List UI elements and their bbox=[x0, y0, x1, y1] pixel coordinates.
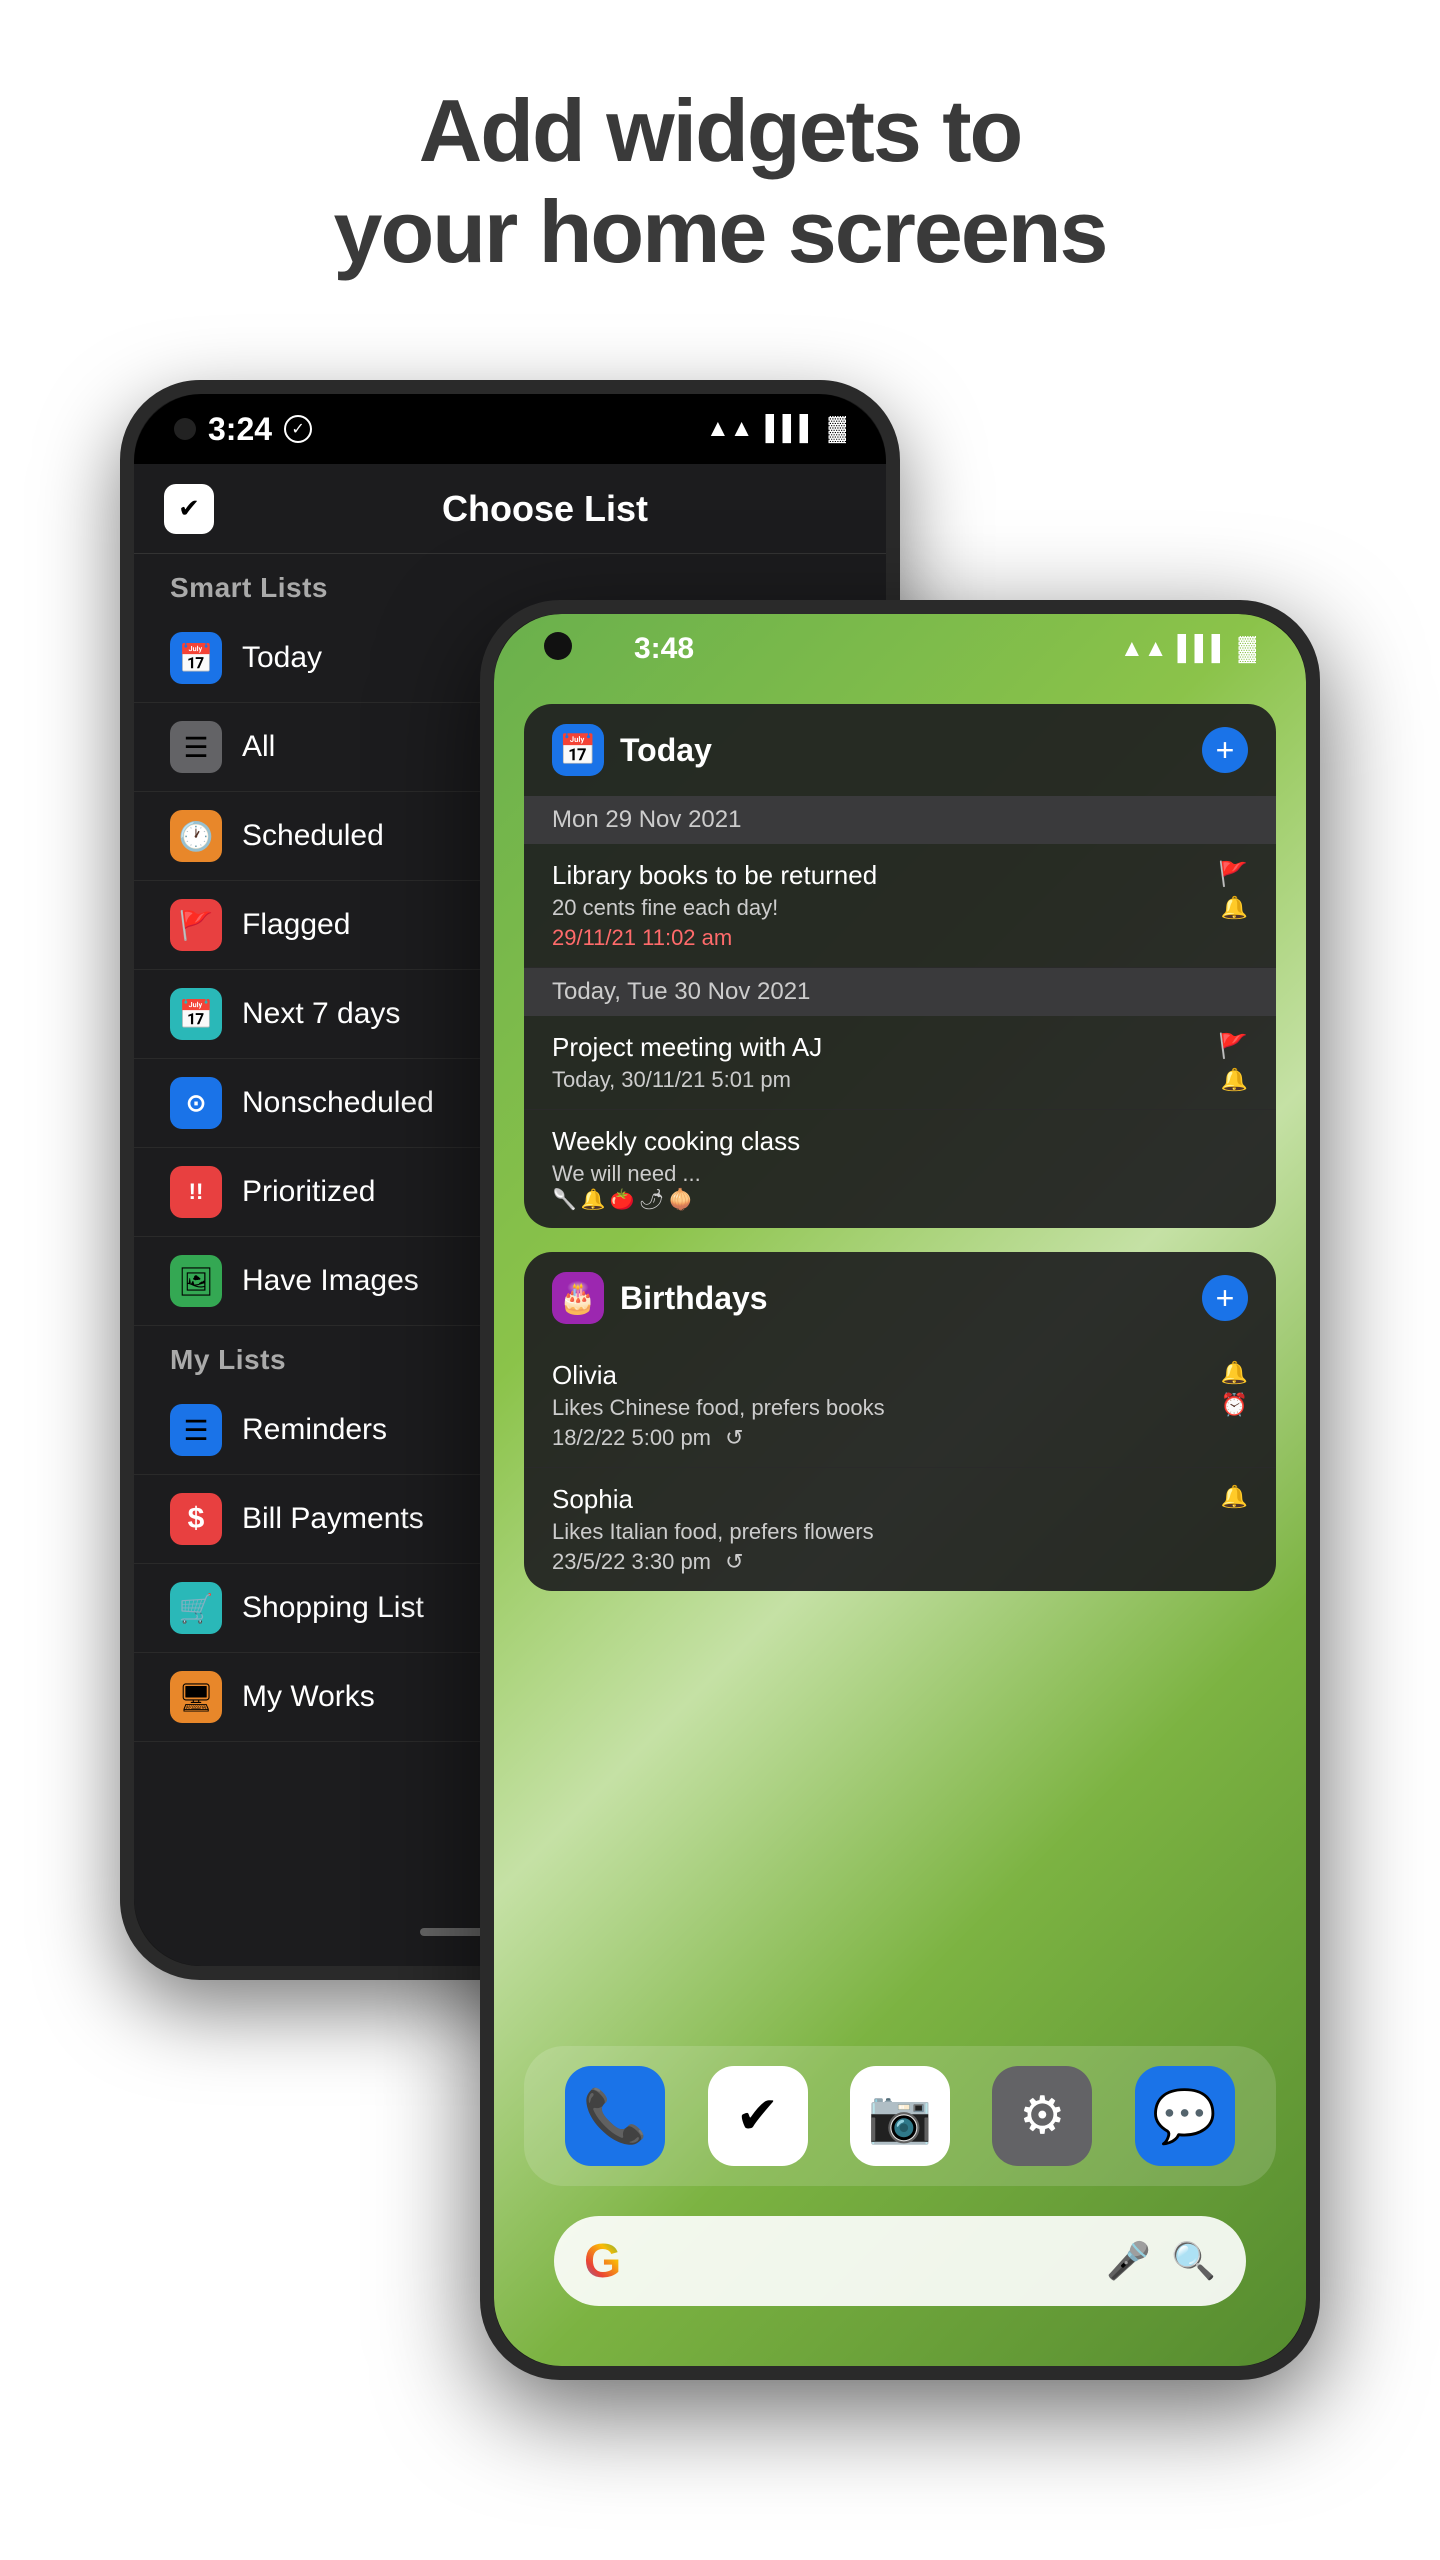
front-wifi-icon: ▲▲ bbox=[1120, 635, 1168, 663]
reminders-icon: ☰ bbox=[170, 1404, 222, 1456]
next7-icon: 📅 bbox=[170, 988, 222, 1040]
phone-front-inner: 3:48 ▲▲ ▌▌▌ ▓ 📅 Today + Mon 29 Nov 2021 bbox=[494, 614, 1306, 2366]
header-section: Add widgets to your home screens bbox=[0, 0, 1440, 282]
today-item2[interactable]: Project meeting with AJ Today, 30/11/21 … bbox=[524, 1016, 1276, 1110]
all-icon: ☰ bbox=[170, 721, 222, 773]
widgets-area: 📅 Today + Mon 29 Nov 2021 Library books … bbox=[494, 684, 1306, 1611]
today-item3-sub: We will need ... bbox=[552, 1161, 800, 1187]
search-mic-button[interactable]: 🎤 bbox=[1106, 2240, 1151, 2282]
reminders-label: Reminders bbox=[242, 1413, 387, 1447]
today-item2-bell: 🔔 bbox=[1221, 1067, 1248, 1093]
front-signal-icon: ▌▌▌ bbox=[1177, 635, 1228, 663]
myworks-label: My Works bbox=[242, 1680, 375, 1714]
prioritized-icon: !! bbox=[170, 1166, 222, 1218]
today-date-header2: Today, Tue 30 Nov 2021 bbox=[524, 968, 1276, 1016]
birthdays-widget-icon: 🎂 bbox=[552, 1272, 604, 1324]
birthday-item1-desc: Likes Chinese food, prefers books bbox=[552, 1395, 885, 1421]
today-item1-time: 29/11/21 11:02 am bbox=[552, 925, 877, 951]
google-search-bar[interactable]: G 🎤 🔍 bbox=[554, 2216, 1246, 2306]
prioritized-label: Prioritized bbox=[242, 1175, 375, 1209]
today-label: Today bbox=[242, 641, 322, 675]
today-widget-add-button[interactable]: + bbox=[1202, 727, 1248, 773]
status-bar-front: 3:48 ▲▲ ▌▌▌ ▓ bbox=[494, 614, 1306, 684]
today-item2-flag: 🚩 bbox=[1218, 1032, 1248, 1061]
camera-notch bbox=[544, 632, 572, 660]
nonscheduled-icon: ⊙ bbox=[170, 1077, 222, 1129]
birthday-item2-date: 23/5/22 3:30 pm ↺ bbox=[552, 1549, 874, 1575]
today-item1-sub: 20 cents fine each day! bbox=[552, 895, 877, 921]
today-widget-icon: 📅 bbox=[552, 724, 604, 776]
today-item3-title: Weekly cooking class bbox=[552, 1126, 800, 1157]
today-item2-sub: Today, 30/11/21 5:01 pm bbox=[552, 1067, 822, 1093]
today-item3[interactable]: Weekly cooking class We will need ... 🥄🔔… bbox=[524, 1110, 1276, 1228]
scheduled-icon: 🕐 bbox=[170, 810, 222, 862]
shopping-icon: 🛒 bbox=[170, 1582, 222, 1634]
shopping-label: Shopping List bbox=[242, 1591, 424, 1625]
header-line1: Add widgets to bbox=[0, 80, 1440, 181]
today-widget-header: 📅 Today + bbox=[524, 704, 1276, 796]
birthday-item2-bell: 🔔 bbox=[1221, 1484, 1248, 1510]
birthday-item2-desc: Likes Italian food, prefers flowers bbox=[552, 1519, 874, 1545]
birthday-item1-bell: 🔔 bbox=[1221, 1360, 1248, 1386]
today-date-header1: Mon 29 Nov 2021 bbox=[524, 796, 1276, 844]
dock-tasks-button[interactable]: ✔ bbox=[708, 2066, 808, 2166]
dock-settings-button[interactable]: ⚙ bbox=[992, 2066, 1092, 2166]
billpayments-label: Bill Payments bbox=[242, 1502, 424, 1536]
front-battery-icon: ▓ bbox=[1239, 635, 1257, 663]
phones-container: 3:24 ✓ ▲▲ ▌▌▌ ▓ ✔ Choose List Smart List… bbox=[120, 380, 1320, 2480]
birthdays-widget: 🎂 Birthdays + Olivia Likes Chinese food,… bbox=[524, 1252, 1276, 1591]
status-right-front: ▲▲ ▌▌▌ ▓ bbox=[1120, 635, 1256, 663]
all-label: All bbox=[242, 730, 275, 764]
flagged-icon: 🚩 bbox=[170, 899, 222, 951]
dock-messages-button[interactable]: 💬 bbox=[1135, 2066, 1235, 2166]
status-right-back: ▲▲ ▌▌▌ ▓ bbox=[706, 415, 846, 443]
time-back: 3:24 bbox=[208, 411, 272, 448]
wifi-icon: ▲▲ bbox=[706, 415, 754, 443]
today-widget: 📅 Today + Mon 29 Nov 2021 Library books … bbox=[524, 704, 1276, 1228]
battery-icon: ▓ bbox=[829, 415, 847, 443]
dock-phone-button[interactable]: 📞 bbox=[565, 2066, 665, 2166]
today-icon: 📅 bbox=[170, 632, 222, 684]
status-bar-back: 3:24 ✓ ▲▲ ▌▌▌ ▓ bbox=[134, 394, 886, 464]
today-item1-bell: 🔔 bbox=[1221, 895, 1248, 921]
scheduled-label: Scheduled bbox=[242, 819, 384, 853]
birthday-item1-date: 18/2/22 5:00 pm ↺ bbox=[552, 1425, 885, 1451]
dock-camera-button[interactable]: 📷 bbox=[850, 2066, 950, 2166]
header-line2: your home screens bbox=[0, 181, 1440, 282]
flagged-label: Flagged bbox=[242, 908, 350, 942]
birthday-item1-alarm: ⏰ bbox=[1221, 1392, 1248, 1418]
camera-dot bbox=[174, 418, 196, 440]
today-item2-title: Project meeting with AJ bbox=[552, 1032, 822, 1063]
toolbar-back: ✔ Choose List bbox=[134, 464, 886, 554]
birthdays-widget-header: 🎂 Birthdays + bbox=[524, 1252, 1276, 1344]
birthdays-widget-add-button[interactable]: + bbox=[1202, 1275, 1248, 1321]
today-item1-flag: 🚩 bbox=[1218, 860, 1248, 889]
birthdays-widget-title: Birthdays bbox=[620, 1280, 1186, 1317]
today-item3-emojis: 🥄🔔🍅🌶🧅 bbox=[552, 1187, 800, 1212]
birthday-item1-name: Olivia bbox=[552, 1360, 885, 1391]
today-item1[interactable]: Library books to be returned 20 cents fi… bbox=[524, 844, 1276, 968]
haveimages-icon: 🖼 bbox=[170, 1255, 222, 1307]
phone-front: 3:48 ▲▲ ▌▌▌ ▓ 📅 Today + Mon 29 Nov 2021 bbox=[480, 600, 1320, 2380]
today-item1-title: Library books to be returned bbox=[552, 860, 877, 891]
toolbar-title: Choose List bbox=[234, 488, 856, 530]
app-icon: ✔ bbox=[164, 484, 214, 534]
time-front: 3:48 bbox=[634, 632, 694, 666]
check-circle-icon: ✓ bbox=[284, 415, 312, 443]
home-dock: 📞 ✔ 📷 ⚙ 💬 bbox=[524, 2046, 1276, 2186]
search-lens-button[interactable]: 🔍 bbox=[1171, 2240, 1216, 2282]
next7-label: Next 7 days bbox=[242, 997, 400, 1031]
birthday-item2-name: Sophia bbox=[552, 1484, 874, 1515]
today-widget-title: Today bbox=[620, 732, 1186, 769]
status-left: 3:24 ✓ bbox=[174, 411, 312, 448]
birthday-item1[interactable]: Olivia Likes Chinese food, prefers books… bbox=[524, 1344, 1276, 1468]
birthday-item2[interactable]: Sophia Likes Italian food, prefers flowe… bbox=[524, 1468, 1276, 1591]
google-logo: G bbox=[584, 2234, 621, 2289]
haveimages-label: Have Images bbox=[242, 1264, 419, 1298]
signal-icon: ▌▌▌ bbox=[765, 415, 816, 443]
billpayments-icon: $ bbox=[170, 1493, 222, 1545]
nonscheduled-label: Nonscheduled bbox=[242, 1086, 434, 1120]
myworks-icon: 🖥 bbox=[170, 1671, 222, 1723]
